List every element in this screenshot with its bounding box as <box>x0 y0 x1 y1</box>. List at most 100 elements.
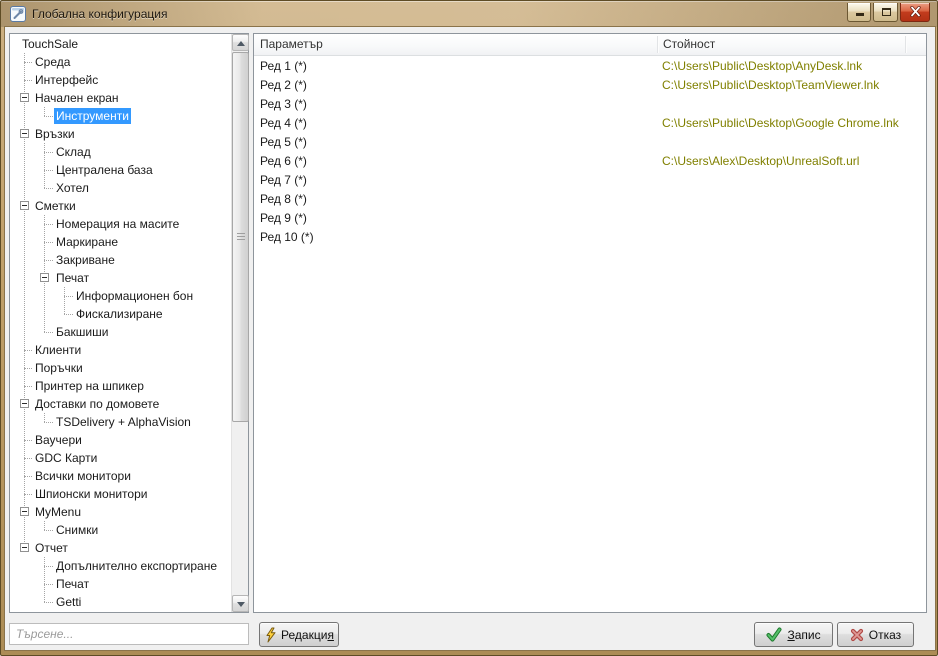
tree-item[interactable]: MyMenu <box>10 503 231 521</box>
tree-item-label: Ваучери <box>33 432 84 448</box>
tree-item-label: Среда <box>33 54 72 70</box>
collapse-expander-icon[interactable] <box>40 273 49 282</box>
table-row[interactable]: Ред 1 (*)C:\Users\Public\Desktop\AnyDesk… <box>254 57 926 76</box>
tree-item[interactable]: Всички монитори <box>10 467 231 485</box>
parameter-list-panel: Параметър Стойност Ред 1 (*)C:\Users\Pub… <box>253 33 927 613</box>
param-cell: Ред 2 (*) <box>260 76 307 95</box>
column-header-parameter[interactable]: Параметър <box>260 34 323 55</box>
table-row[interactable]: Ред 10 (*) <box>254 228 926 247</box>
collapse-expander-icon[interactable] <box>20 129 29 138</box>
table-row[interactable]: Ред 9 (*) <box>254 209 926 228</box>
tree-item-label: Връзки <box>33 126 77 142</box>
column-separator[interactable] <box>905 36 906 53</box>
tree-item[interactable]: Доставки по домовете <box>10 395 231 413</box>
maximize-icon <box>882 8 891 16</box>
tree-item[interactable]: Начален екран <box>10 89 231 107</box>
tree-item-label: Инструменти <box>54 108 131 124</box>
tree-item-label: Снимки <box>54 522 100 538</box>
close-button[interactable] <box>900 3 930 22</box>
tree-item-label: TouchSale <box>20 36 80 52</box>
tree-item[interactable]: Среда <box>10 53 231 71</box>
tree-item[interactable]: Интерфейс <box>10 71 231 89</box>
table-row[interactable]: Ред 3 (*) <box>254 95 926 114</box>
tree-item-label: Начален екран <box>33 90 121 106</box>
cancel-button-label: Отказ <box>869 628 901 642</box>
tree-item[interactable]: Закриване <box>10 251 231 269</box>
scrollbar-thumb[interactable] <box>232 52 249 422</box>
param-cell: Ред 5 (*) <box>260 133 307 152</box>
save-button[interactable]: Запис <box>754 622 833 647</box>
collapse-expander-icon[interactable] <box>20 93 29 102</box>
minimize-button[interactable] <box>847 3 871 22</box>
tree-item-label: Интерфейс <box>33 72 100 88</box>
tree-item[interactable]: Снимки <box>10 521 231 539</box>
tree-item-label: Централена база <box>54 162 155 178</box>
tree-item[interactable]: Сметки <box>10 197 231 215</box>
table-row[interactable]: Ред 6 (*) C:\Users\Alex\Desktop\UnrealSof… <box>254 152 926 171</box>
edit-button-label: Редакция <box>281 628 334 642</box>
window: Глобална конфигурация <box>0 0 938 656</box>
tree-item[interactable]: TSDelivery + AlphaVision <box>10 413 231 431</box>
column-separator[interactable] <box>657 36 658 53</box>
tree-item[interactable]: Отчет <box>10 539 231 557</box>
tree-item[interactable]: Фискализиране <box>10 305 231 323</box>
window-controls <box>847 3 930 22</box>
maximize-button[interactable] <box>873 3 898 22</box>
tree-item[interactable]: Принтер на шпикер <box>10 377 231 395</box>
tree-item[interactable]: Печат <box>10 269 231 287</box>
tree-item-label: Закриване <box>54 252 117 268</box>
column-header-value[interactable]: Стойност <box>663 34 715 55</box>
tree-item[interactable]: Ваучери <box>10 431 231 449</box>
table-row[interactable]: Ред 7 (*) <box>254 171 926 190</box>
minimize-icon <box>856 13 864 16</box>
value-cell: C:\Users\Alex\Desktop\UnrealSoft.url <box>662 152 859 171</box>
table-row[interactable]: Ред 2 (*)C:\Users\Public\Desktop\TeamVie… <box>254 76 926 95</box>
table-row[interactable]: Ред 4 (*)C:\Users\Public\Desktop\Google … <box>254 114 926 133</box>
tree-item-touchsale[interactable]: TouchSale <box>10 35 231 53</box>
table-row[interactable]: Ред 5 (*) <box>254 133 926 152</box>
tree-scrollbar[interactable] <box>231 34 248 612</box>
collapse-expander-icon[interactable] <box>20 399 29 408</box>
tree-item-selected[interactable]: Инструменти <box>10 107 231 125</box>
tree-item[interactable]: Централена база <box>10 161 231 179</box>
tree-item-label: Клиенти <box>33 342 83 358</box>
tree-item[interactable]: Връзки <box>10 125 231 143</box>
tree-item[interactable]: Номерация на масите <box>10 215 231 233</box>
tree-item[interactable]: Склад <box>10 143 231 161</box>
collapse-expander-icon[interactable] <box>20 543 29 552</box>
tree-item[interactable]: Клиенти <box>10 341 231 359</box>
edit-button[interactable]: Редакция <box>259 622 339 647</box>
collapse-expander-icon[interactable] <box>20 507 29 516</box>
tree-item-label: Информационен бон <box>74 288 195 304</box>
collapse-expander-icon[interactable] <box>20 201 29 210</box>
tree-item[interactable]: Маркиране <box>10 233 231 251</box>
tree-item-label: TSDelivery + AlphaVision <box>54 414 193 430</box>
tree-item[interactable]: Getti <box>10 593 231 611</box>
scroll-up-button[interactable] <box>232 34 249 51</box>
param-cell: Ред 6 (*) <box>260 152 307 171</box>
param-cell: Ред 10 (*) <box>260 228 314 247</box>
red-x-icon <box>850 628 864 642</box>
tree-item[interactable]: Шпионски монитори <box>10 485 231 503</box>
title-bar[interactable]: Глобална конфигурация <box>1 1 937 27</box>
tree-item[interactable]: Поръчки <box>10 359 231 377</box>
cancel-button[interactable]: Отказ <box>837 622 914 647</box>
tree-item[interactable]: GDC Карти <box>10 449 231 467</box>
table-row[interactable]: Ред 8 (*) <box>254 190 926 209</box>
dialog-content: TouchSale Среда Интерфейс Начален екран … <box>5 27 935 650</box>
tree-item-label: Маркиране <box>54 234 120 250</box>
tree-item-label: Номерация на масите <box>54 216 181 232</box>
tree-item[interactable]: Хотел <box>10 179 231 197</box>
tree-item[interactable]: Информационен бон <box>10 287 231 305</box>
value-cell: C:\Users\Public\Desktop\AnyDesk.lnk <box>662 57 862 76</box>
param-cell: Ред 7 (*) <box>260 171 307 190</box>
tree-item[interactable]: Бакшиши <box>10 323 231 341</box>
tree-item-label: Бакшиши <box>54 324 110 340</box>
tree-item-label: Getti <box>54 594 83 610</box>
value-cell: C:\Users\Public\Desktop\Google Chrome.ln… <box>662 114 899 133</box>
scroll-down-button[interactable] <box>232 595 249 612</box>
tree-item[interactable]: Допълнително експортиране <box>10 557 231 575</box>
tree-item[interactable]: Печат <box>10 575 231 593</box>
list-header: Параметър Стойност <box>254 34 926 56</box>
search-input[interactable] <box>9 623 249 645</box>
